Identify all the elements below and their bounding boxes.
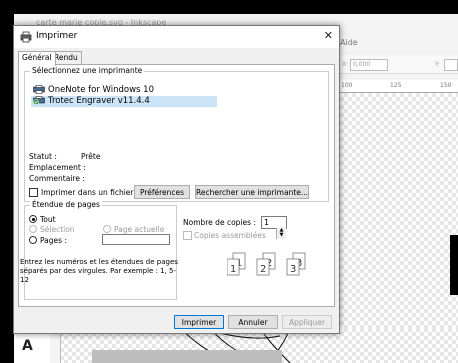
comment-row: Commentaire : (29, 174, 179, 184)
stepper-arrows-icon[interactable]: ▲ ▼ (276, 228, 286, 239)
svg-text:3: 3 (290, 264, 296, 275)
printer-name: Trotec Engraver v11.4.4 (48, 96, 150, 106)
canvas-object (450, 235, 458, 295)
current-page-label: Page actuelle (114, 225, 165, 234)
ruler-tick: 100 (341, 82, 353, 89)
pages-label: Pages : (40, 236, 67, 245)
menu-help[interactable]: Aide (340, 38, 358, 50)
status-row: Statut : Prête (29, 152, 179, 162)
location-row: Emplacement : (29, 163, 179, 173)
collate-label: Copies assemblées (194, 231, 266, 240)
text-tool-icon[interactable]: A (22, 338, 33, 354)
current-page-radio[interactable] (103, 225, 111, 233)
top-bar (14, 0, 458, 14)
dialog-titlebar: Imprimer ✕ (14, 26, 339, 48)
svg-text:2: 2 (260, 264, 266, 275)
printer-default-icon (33, 96, 45, 105)
ruler-tick: 125 (390, 82, 402, 89)
y-coord-label: Y: (435, 61, 440, 68)
all-pages-radio[interactable] (29, 215, 37, 223)
tab-general[interactable]: Général (18, 51, 56, 66)
pages-radio[interactable] (29, 236, 37, 244)
select-printer-group: Sélectionnez une imprimante OneNote for … (24, 66, 329, 202)
printer-name: OneNote for Windows 10 (48, 85, 154, 95)
copies-count-stepper[interactable]: 1 ▲ ▼ (261, 216, 287, 239)
printer-icon (20, 31, 32, 43)
printer-item-trotec[interactable]: Trotec Engraver v11.4.4 (31, 96, 217, 107)
grey-rectangle (92, 350, 282, 363)
page-range-group: Étendue de pages Tout Sélection Page act… (20, 200, 178, 300)
printer-list[interactable]: OneNote for Windows 10 Trotec Engraver v… (31, 85, 217, 107)
horizontal-ruler: 100 125 150 (340, 80, 458, 93)
svg-text:1: 1 (230, 264, 236, 275)
print-to-file-checkbox[interactable] (29, 188, 38, 197)
collate-pages-icon: 1 1 2 2 3 3 (227, 252, 306, 276)
page-range-legend: Étendue de pages (30, 200, 102, 209)
apply-button[interactable]: Appliquer (282, 315, 332, 329)
printer-icon (33, 85, 45, 94)
y-coordinate-input[interactable] (444, 59, 458, 71)
selection-label: Sélection (40, 225, 75, 234)
drawing-canvas[interactable] (340, 93, 458, 340)
status-value: Prête (81, 152, 101, 161)
pages-input[interactable] (102, 234, 170, 245)
x-coordinate-input[interactable]: 0,000 (350, 59, 388, 71)
find-printer-button[interactable]: Rechercher une imprimante... (195, 185, 309, 199)
general-tab-panel: Sélectionnez une imprimante OneNote for … (18, 64, 335, 307)
printer-item-onenote[interactable]: OneNote for Windows 10 (31, 85, 217, 96)
x-coord-label: X: (342, 61, 349, 68)
coordinates-toolbar: X: 0,000 Y: (340, 55, 458, 74)
print-dialog: Imprimer ✕ Général Rendu Sélectionnez un… (13, 25, 340, 334)
dialog-title: Imprimer (36, 31, 78, 41)
page-range-help: Entrez les numéros et les étendues de pa… (20, 258, 178, 284)
print-button[interactable]: Imprimer (174, 315, 224, 329)
cancel-button[interactable]: Annuler (228, 315, 278, 329)
comment-label: Commentaire : (29, 174, 85, 183)
location-label: Emplacement : (29, 163, 86, 172)
print-to-file-label: Imprimer dans un fichier (41, 188, 134, 197)
copies-count-value: 1 (264, 218, 270, 227)
collate-checkbox[interactable] (183, 231, 192, 240)
select-printer-legend: Sélectionnez une imprimante (30, 66, 145, 75)
preferences-button[interactable]: Préférences (134, 185, 190, 199)
copies-count-label: Nombre de copies : (183, 218, 256, 227)
close-icon[interactable]: ✕ (324, 29, 333, 42)
all-pages-label: Tout (40, 215, 56, 224)
status-label: Statut : (29, 152, 57, 161)
selection-radio[interactable] (29, 225, 37, 233)
ruler-tick: 150 (440, 82, 452, 89)
